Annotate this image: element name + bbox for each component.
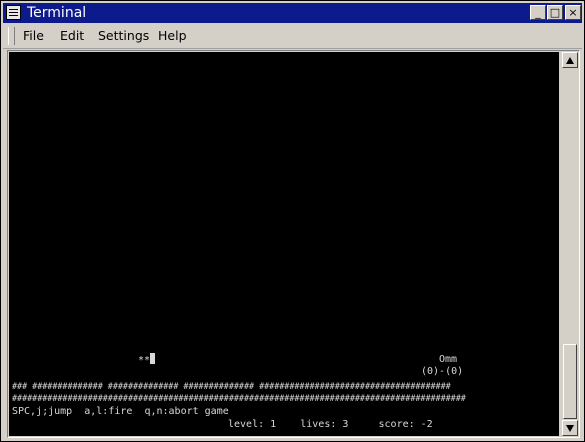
help-line: SPC,j;jump a,l:fire q,n:abort game [12,406,229,417]
menu-settings[interactable]: Settings [98,28,149,44]
vertical-scrollbar[interactable] [562,52,578,436]
menu-edit[interactable]: Edit [60,28,84,44]
window-title: Terminal [27,5,87,21]
enemy-name: Omm [439,354,458,365]
terminal-window: Terminal _ □ × File Edit Settings Help *… [0,0,585,442]
player-sprite: ** [138,353,156,367]
scroll-down-arrow-icon[interactable] [562,420,578,436]
terminal-screen[interactable]: ** Omm (0)-(0) ### ############## ######… [9,52,559,436]
maximize-button[interactable]: □ [547,5,563,20]
ground-row-1: ### ############## ############## ######… [12,381,451,391]
ground-row-2: ########################################… [12,393,466,403]
menubar-grip-handle[interactable] [8,27,15,45]
text-cursor [150,353,156,364]
menu-help[interactable]: Help [158,28,187,44]
status-line: level: 1 lives: 3 score: -2 [228,419,433,430]
menu-bar: File Edit Settings Help [3,24,582,49]
scroll-up-arrow-icon[interactable] [562,52,578,68]
minimize-button[interactable]: _ [530,5,546,20]
title-bar[interactable]: Terminal _ □ × [3,3,582,23]
enemy-sprite: (0)-(0) [421,366,464,377]
close-button[interactable]: × [565,5,581,20]
menu-file[interactable]: File [23,28,44,44]
scroll-thumb[interactable] [563,344,577,419]
window-menu-icon[interactable] [6,5,21,20]
